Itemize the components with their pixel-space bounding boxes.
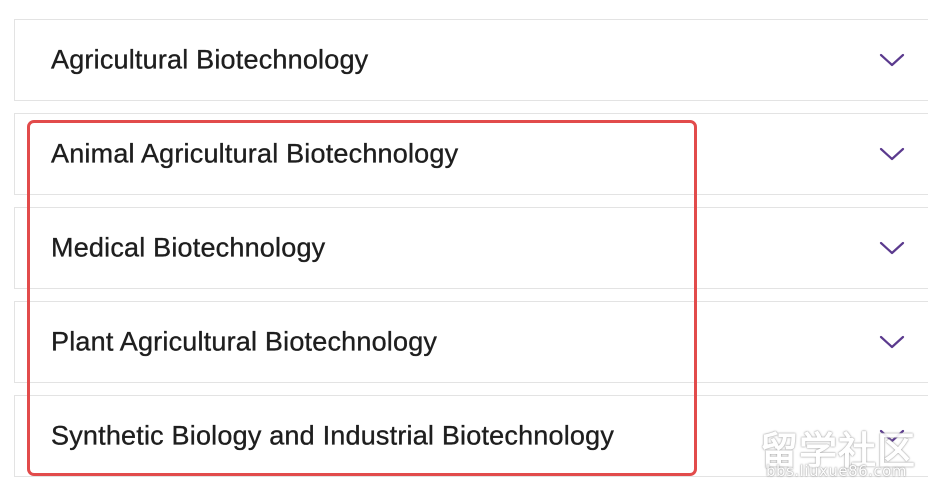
chevron-down-icon[interactable]	[879, 146, 905, 162]
chevron-down-icon[interactable]	[879, 240, 905, 256]
chevron-down-icon[interactable]	[879, 334, 905, 350]
accordion-item-label: Plant Agricultural Biotechnology	[51, 326, 438, 357]
accordion-item-label: Medical Biotechnology	[51, 232, 326, 263]
accordion-item-medical-biotechnology[interactable]: Medical Biotechnology	[14, 207, 928, 289]
accordion-item-label: Synthetic Biology and Industrial Biotech…	[51, 420, 615, 451]
accordion-item-label: Agricultural Biotechnology	[51, 44, 369, 75]
accordion-item-animal-agricultural-biotechnology[interactable]: Animal Agricultural Biotechnology	[14, 113, 928, 195]
accordion-list: Agricultural Biotechnology Animal Agricu…	[0, 0, 928, 494]
chevron-down-icon[interactable]	[879, 52, 905, 68]
accordion-item-label: Animal Agricultural Biotechnology	[51, 138, 459, 169]
chevron-down-icon[interactable]	[879, 428, 905, 444]
accordion-item-plant-agricultural-biotechnology[interactable]: Plant Agricultural Biotechnology	[14, 301, 928, 383]
accordion-item-agricultural-biotechnology[interactable]: Agricultural Biotechnology	[14, 19, 928, 101]
accordion-item-synthetic-biology-and-industrial-biotechnology[interactable]: Synthetic Biology and Industrial Biotech…	[14, 395, 928, 477]
